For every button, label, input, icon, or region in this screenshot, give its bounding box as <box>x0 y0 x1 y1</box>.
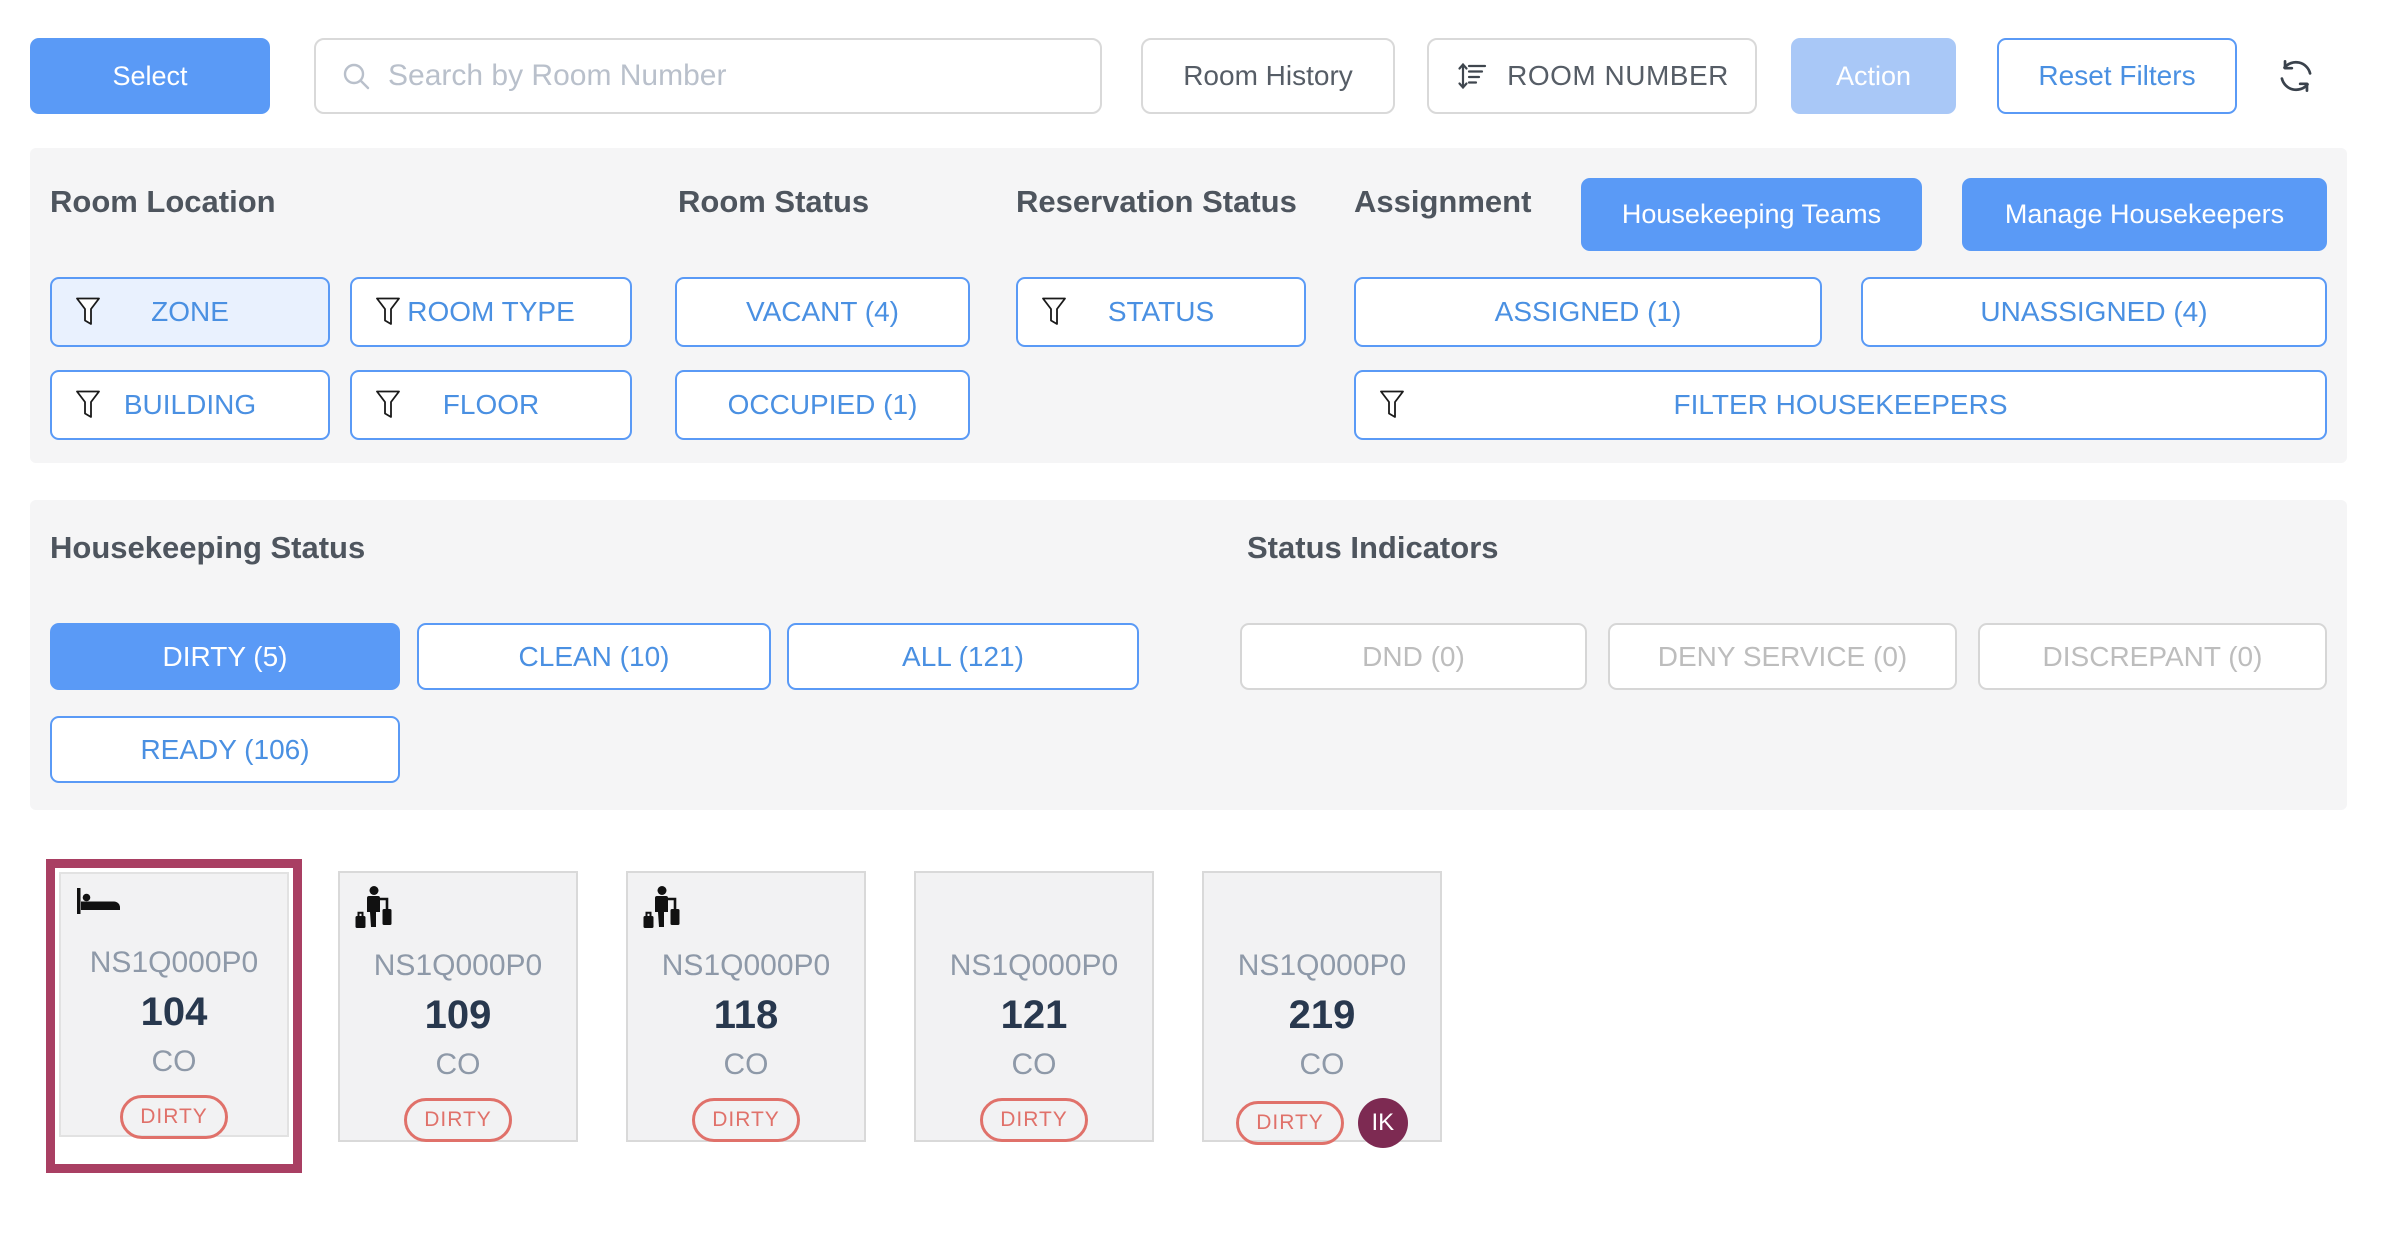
unassigned-filter-label: UNASSIGNED (4) <box>1980 296 2208 327</box>
dirty-filter-button[interactable]: DIRTY (5) <box>50 623 400 690</box>
reservation-status-label: CO <box>435 1048 481 1081</box>
funnel-icon <box>1040 296 1068 328</box>
guest-departing-icon <box>354 885 392 936</box>
room-number: 104 <box>140 990 208 1034</box>
guest-departing-icon <box>642 885 680 936</box>
housekeeper-badge: IK <box>1357 1098 1408 1148</box>
room-type-filter-button[interactable]: ROOM TYPE <box>350 277 632 347</box>
action-button[interactable]: Action <box>1791 38 1956 114</box>
funnel-icon <box>1378 389 1406 421</box>
room-code: NS1Q000P0 <box>1237 949 1407 982</box>
ready-filter-button[interactable]: READY (106) <box>50 716 400 783</box>
reservation-status-label: CO <box>1299 1048 1345 1081</box>
funnel-icon <box>74 296 102 328</box>
funnel-icon <box>74 389 102 421</box>
reservation-status-title: Reservation Status <box>1016 184 1297 219</box>
search-icon <box>340 60 372 92</box>
room-card[interactable]: NS1Q000P0 109 CO DIRTY <box>338 871 578 1142</box>
room-location-title: Room Location <box>50 184 276 219</box>
room-code: NS1Q000P0 <box>949 949 1119 982</box>
dirty-badge: DIRTY <box>1236 1101 1344 1145</box>
dnd-filter-button[interactable]: DND (0) <box>1240 623 1587 690</box>
room-number: 109 <box>424 993 492 1037</box>
room-card[interactable]: NS1Q000P0 219 CO DIRTY IK <box>1202 871 1442 1148</box>
occupied-filter-button[interactable]: OCCUPIED (1) <box>675 370 970 440</box>
housekeeping-status-title: Housekeeping Status <box>50 530 366 565</box>
funnel-icon <box>374 296 402 328</box>
dirty-badge: DIRTY <box>404 1098 512 1142</box>
reservation-status-label: CO <box>1011 1048 1057 1081</box>
dirty-badge: DIRTY <box>120 1095 228 1139</box>
funnel-icon <box>374 389 402 421</box>
room-code: NS1Q000P0 <box>661 949 831 982</box>
all-filter-button[interactable]: ALL (121) <box>787 623 1139 690</box>
search-input[interactable] <box>388 40 1100 112</box>
select-button[interactable]: Select <box>30 38 270 114</box>
occupied-filter-label: OCCUPIED (1) <box>727 389 918 420</box>
reservation-status-label: CO <box>723 1048 769 1081</box>
assigned-filter-label: ASSIGNED (1) <box>1494 296 1682 327</box>
room-card-selected[interactable]: NS1Q000P0 104 CO DIRTY <box>46 859 302 1173</box>
manage-housekeepers-button[interactable]: Manage Housekeepers <box>1962 178 2327 251</box>
reservation-status-label: CO <box>151 1045 197 1078</box>
zone-filter-button[interactable]: ZONE <box>50 277 330 347</box>
room-status-title: Room Status <box>678 184 870 219</box>
bed-icon <box>75 886 121 921</box>
unassigned-filter-button[interactable]: UNASSIGNED (4) <box>1861 277 2327 347</box>
deny-service-filter-button[interactable]: DENY SERVICE (0) <box>1608 623 1957 690</box>
room-history-button[interactable]: Room History <box>1141 38 1395 114</box>
assignment-title: Assignment <box>1354 184 1532 219</box>
refresh-icon <box>2272 52 2320 100</box>
room-card[interactable]: NS1Q000P0 104 CO DIRTY <box>59 872 289 1139</box>
status-filter-button[interactable]: STATUS <box>1016 277 1306 347</box>
floor-filter-button[interactable]: FLOOR <box>350 370 632 440</box>
housekeeping-dashboard: Select Room History ROOM NUMBER Action R… <box>0 0 2388 1246</box>
building-filter-button[interactable]: BUILDING <box>50 370 330 440</box>
sort-amount-icon <box>1455 59 1489 93</box>
vacant-filter-button[interactable]: VACANT (4) <box>675 277 970 347</box>
discrepant-filter-button[interactable]: DISCREPANT (0) <box>1978 623 2327 690</box>
filter-housekeepers-button[interactable]: FILTER HOUSEKEEPERS <box>1354 370 2327 440</box>
sort-button[interactable]: ROOM NUMBER <box>1427 38 1757 114</box>
clean-filter-button[interactable]: CLEAN (10) <box>417 623 771 690</box>
refresh-button[interactable] <box>2272 52 2320 100</box>
filter-housekeepers-label: FILTER HOUSEKEEPERS <box>1673 389 2008 420</box>
filter-panel: Room Location Room Status Reservation St… <box>30 148 2347 463</box>
room-number: 121 <box>1000 993 1068 1037</box>
room-number: 219 <box>1288 993 1356 1037</box>
sort-label: ROOM NUMBER <box>1507 60 1729 91</box>
room-code: NS1Q000P0 <box>89 946 259 979</box>
room-number: 118 <box>713 993 779 1037</box>
assigned-filter-button[interactable]: ASSIGNED (1) <box>1354 277 1822 347</box>
vacant-filter-label: VACANT (4) <box>746 296 899 327</box>
housekeeping-teams-button[interactable]: Housekeeping Teams <box>1581 178 1922 251</box>
dirty-badge: DIRTY <box>692 1098 800 1142</box>
reset-filters-button[interactable]: Reset Filters <box>1997 38 2237 114</box>
housekeeping-status-panel: Housekeeping Status Status Indicators DI… <box>30 500 2347 810</box>
room-card[interactable]: NS1Q000P0 121 CO DIRTY <box>914 871 1154 1142</box>
room-card[interactable]: NS1Q000P0 118 CO DIRTY <box>626 871 866 1142</box>
status-indicators-title: Status Indicators <box>1247 530 1499 565</box>
search-box <box>314 38 1102 114</box>
room-code: NS1Q000P0 <box>373 949 543 982</box>
dirty-badge: DIRTY <box>980 1098 1088 1142</box>
